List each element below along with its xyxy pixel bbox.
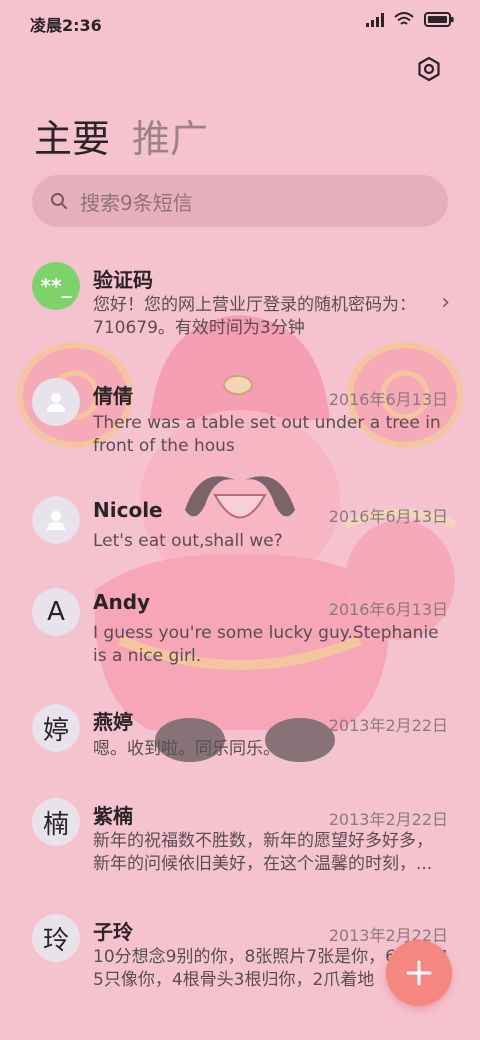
search-placeholder: 搜索9条短信 bbox=[80, 190, 193, 215]
message-date: 2016年6月13日 bbox=[328, 600, 448, 619]
conversation-item-yanting[interactable]: 婷 燕婷 2013年2月22日 嗯。收到啦。同乐同乐。 bbox=[0, 700, 480, 780]
conversation-item-verification[interactable]: **_ 验证码 您好！您的网上营业厅登录的随机密码为：710679。有效时间为3… bbox=[0, 252, 480, 352]
status-icons bbox=[366, 12, 454, 27]
avatar bbox=[32, 496, 80, 544]
contact-name: 倩倩 bbox=[93, 384, 133, 408]
tab-primary[interactable]: 主要 bbox=[34, 108, 110, 163]
message-preview: I guess you're some lucky guy.Stephanie … bbox=[93, 623, 439, 666]
battery-icon bbox=[424, 12, 454, 27]
message-date: 2013年2月22日 bbox=[328, 716, 448, 735]
message-preview: 嗯。收到啦。同乐同乐。 bbox=[93, 739, 280, 759]
contact-name: Nicole bbox=[93, 498, 163, 522]
status-bar: 凌晨2:36 bbox=[0, 0, 480, 44]
settings-button[interactable] bbox=[414, 54, 444, 84]
message-preview: 您好！您的网上营业厅登录的随机密码为：710679。有效时间为3分钟 bbox=[93, 295, 416, 338]
conversation-item-andy[interactable]: A Andy 2016年6月13日 I guess you're some lu… bbox=[0, 586, 480, 686]
avatar: A bbox=[32, 588, 80, 636]
signal-icon bbox=[366, 12, 384, 27]
avatar: 婷 bbox=[32, 704, 80, 752]
status-time: 凌晨2:36 bbox=[30, 16, 102, 35]
search-bar[interactable]: 搜索9条短信 bbox=[32, 175, 448, 227]
message-date: 2016年6月13日 bbox=[328, 507, 448, 526]
contact-name: 紫楠 bbox=[93, 804, 133, 828]
plus-icon bbox=[406, 960, 432, 986]
person-icon bbox=[47, 393, 65, 412]
avatar bbox=[32, 378, 80, 426]
conversation-item-nicole[interactable]: Nicole 2016年6月13日 Let's eat out,shall we… bbox=[0, 484, 480, 564]
person-icon bbox=[47, 511, 65, 530]
tab-bar: 主要 推广 bbox=[34, 108, 208, 163]
message-preview: There was a table set out under a tree i… bbox=[93, 413, 441, 456]
message-date: 2016年6月13日 bbox=[328, 390, 448, 409]
settings-icon bbox=[418, 56, 440, 82]
message-preview: 新年的祝福数不胜数，新年的愿望好多好多，新年的问候依旧美好，在这个温馨的时刻，.… bbox=[93, 831, 433, 874]
avatar: 玲 bbox=[32, 914, 80, 962]
message-preview: Let's eat out,shall we? bbox=[93, 531, 283, 551]
message-date: 2013年2月22日 bbox=[328, 810, 448, 829]
conversation-item-qianqian[interactable]: 倩倩 2016年6月13日 There was a table set out … bbox=[0, 368, 480, 468]
contact-name: Andy bbox=[93, 590, 151, 614]
search-icon bbox=[50, 192, 68, 210]
wifi-icon bbox=[394, 12, 414, 25]
chevron-right-icon: › bbox=[441, 290, 450, 315]
contact-name: 验证码 bbox=[93, 268, 153, 292]
new-message-button[interactable] bbox=[386, 940, 452, 1006]
tab-promotions[interactable]: 推广 bbox=[132, 108, 208, 163]
contact-name: 子玲 bbox=[93, 920, 133, 944]
conversation-item-zinan[interactable]: 楠 紫楠 2013年2月22日 新年的祝福数不胜数，新年的愿望好多好多，新年的问… bbox=[0, 796, 480, 896]
avatar: 楠 bbox=[32, 798, 80, 846]
avatar: **_ bbox=[32, 262, 80, 310]
contact-name: 燕婷 bbox=[93, 710, 133, 734]
